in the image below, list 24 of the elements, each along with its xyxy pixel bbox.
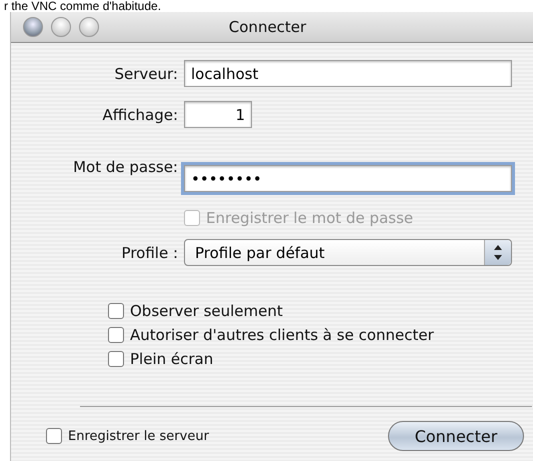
checkbox-label: Enregistrer le mot de passe xyxy=(206,209,414,227)
checkbox[interactable] xyxy=(108,303,124,319)
zoom-icon[interactable] xyxy=(79,17,99,37)
profile-label: Profile : xyxy=(122,244,178,262)
checkbox[interactable] xyxy=(46,428,62,444)
checkbox-label: Observer seulement xyxy=(130,302,283,320)
checkbox[interactable] xyxy=(108,351,124,367)
display-field[interactable]: 1 xyxy=(184,101,252,128)
server-field[interactable]: localhost xyxy=(184,60,512,87)
stepper-icon xyxy=(484,240,511,265)
checkbox-label: Plein écran xyxy=(130,350,214,368)
minimize-icon[interactable] xyxy=(51,17,71,37)
close-icon[interactable] xyxy=(23,17,43,37)
checkbox-label: Autoriser d'autres clients à se connecter xyxy=(130,326,434,344)
checkbox-label: Enregistrer le serveur xyxy=(68,428,209,444)
window-title: Connecter xyxy=(228,18,308,36)
caption-text: r the VNC comme d'habitude. xyxy=(3,0,162,12)
profile-select[interactable]: Profile par défaut xyxy=(184,239,512,266)
checkbox[interactable] xyxy=(108,327,124,343)
password-field[interactable]: •••••••• xyxy=(184,165,512,192)
connect-button[interactable]: Connecter xyxy=(388,421,524,451)
field-label: Serveur: xyxy=(114,64,178,82)
field-label: Affichage: xyxy=(102,106,178,124)
field-label: Mot de passe: xyxy=(73,158,178,176)
